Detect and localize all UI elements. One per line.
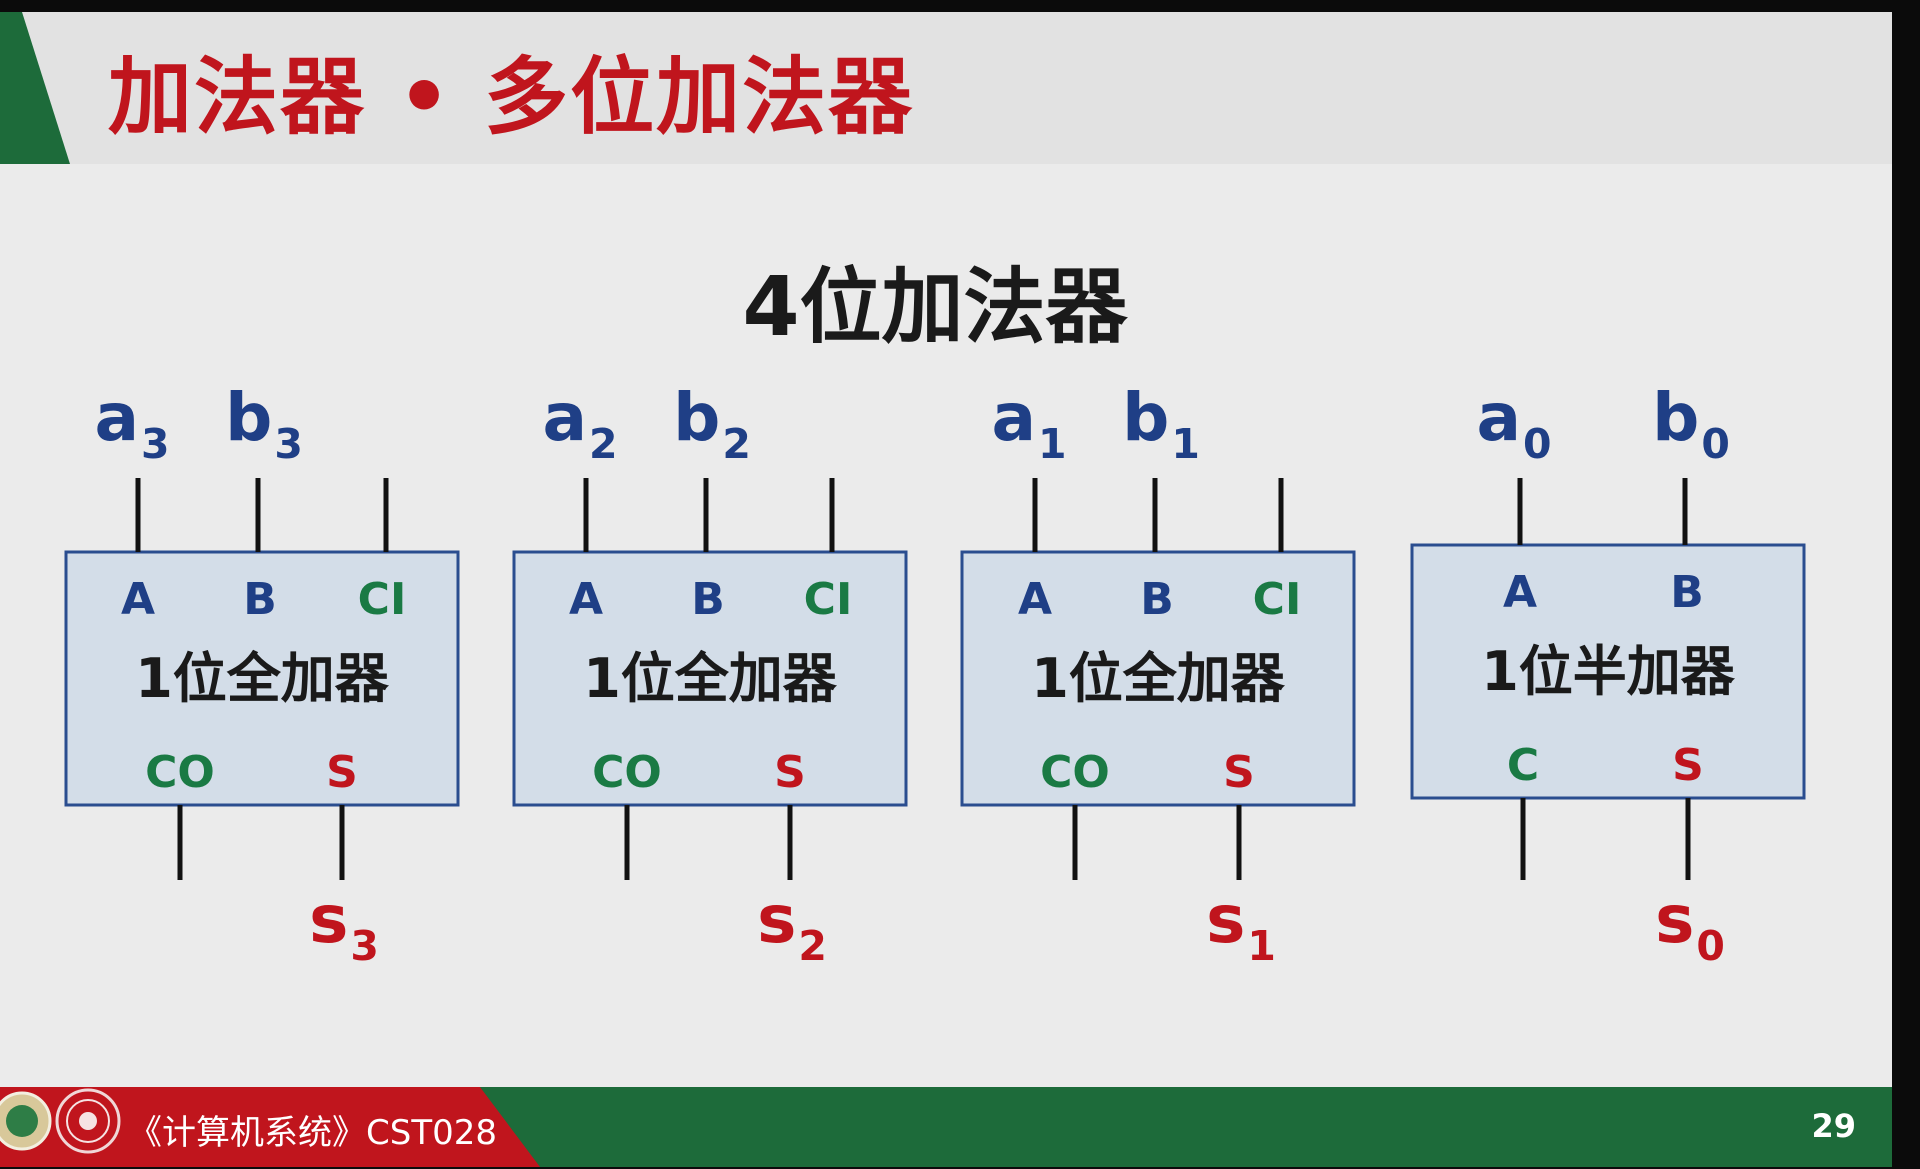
- port-co-label-2: CO: [592, 747, 662, 798]
- output-s-label-3: s1: [1206, 881, 1276, 970]
- port-b-label-3: B: [1140, 574, 1174, 625]
- university-emblem-icon: [0, 1091, 52, 1151]
- port-ci-label-3: CI: [1253, 574, 1302, 625]
- port-a-label-3: A: [1018, 574, 1052, 625]
- input-b-label-2: b2: [673, 379, 751, 468]
- input-a-label-3: a1: [991, 379, 1066, 468]
- port-s-label-4: S: [1672, 740, 1704, 791]
- course-label: 《计算机系统》CST028: [128, 1113, 497, 1153]
- adder-label-2: 1位全加器: [583, 647, 838, 710]
- adder-label-3: 1位全加器: [1031, 647, 1286, 710]
- adder-label-1: 1位全加器: [135, 647, 390, 710]
- port-b-label-4: B: [1670, 567, 1704, 618]
- output-s-label-1: s3: [309, 881, 379, 970]
- adder-diagram: a3 b3 A B CI CO S 1位全加器 s3 a2 b2 A B CI CO S 1位全加器 s2 a1 b1…: [64, 379, 1806, 970]
- port-co-label-3: CO: [1040, 747, 1110, 798]
- input-b-label-4: b0: [1652, 379, 1730, 468]
- port-b-label-2: B: [691, 574, 725, 625]
- port-co-label-1: CO: [145, 747, 215, 798]
- school-seal-icon: [55, 1088, 121, 1154]
- output-s-label-2: s2: [757, 881, 827, 970]
- port-co-label-4: C: [1507, 740, 1539, 791]
- port-a-label-4: A: [1503, 567, 1537, 618]
- page-number: 29: [1811, 1107, 1856, 1145]
- port-a-label-1: A: [121, 574, 155, 625]
- port-s-label-1: S: [326, 747, 358, 798]
- input-a-label-4: a0: [1476, 379, 1551, 468]
- port-s-label-2: S: [774, 747, 806, 798]
- output-s-label-4: s0: [1655, 881, 1725, 970]
- input-a-label-2: a2: [542, 379, 617, 468]
- port-ci-label-1: CI: [358, 574, 407, 625]
- input-b-label-1: b3: [225, 379, 303, 468]
- input-a-label-1: a3: [94, 379, 169, 468]
- port-s-label-3: S: [1223, 747, 1255, 798]
- input-b-label-3: b1: [1122, 379, 1200, 468]
- port-b-label-1: B: [243, 574, 277, 625]
- port-a-label-2: A: [569, 574, 603, 625]
- port-ci-label-2: CI: [804, 574, 853, 625]
- slide: 加法器 • 多位加法器 4位加法器 a3 b3 A B CI CO S 1位全加器 s3 a2 b2…: [0, 12, 1892, 1167]
- footer: 《计算机系统》CST028 29: [0, 1087, 1892, 1167]
- adder-label-4: 1位半加器: [1481, 640, 1736, 703]
